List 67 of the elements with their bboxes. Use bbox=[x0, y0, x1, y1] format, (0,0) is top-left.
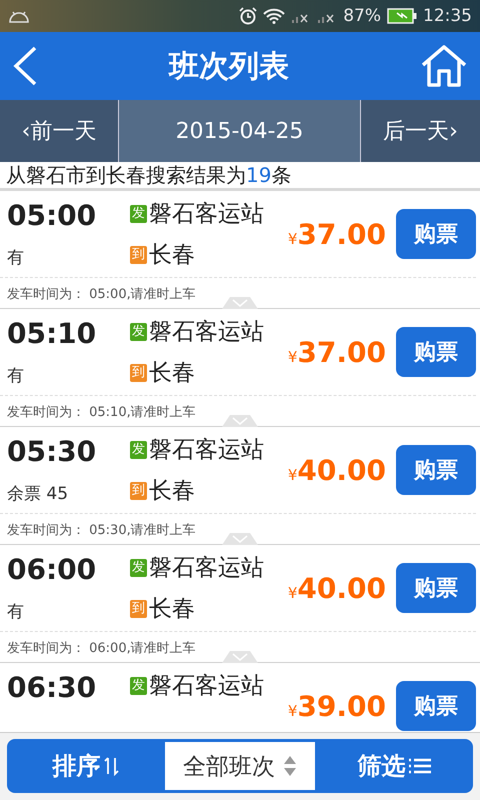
battery-icon bbox=[387, 8, 417, 24]
departure-note: 发车时间为： 06:00,请准时上车 bbox=[7, 640, 196, 656]
currency-symbol: ¥ bbox=[288, 348, 298, 366]
depart-tag: 发 bbox=[130, 558, 147, 576]
ticket-price: 40.00 bbox=[297, 454, 386, 486]
ticket-price: 37.00 bbox=[297, 336, 386, 368]
page-title: 班次列表 bbox=[169, 48, 289, 86]
buy-ticket-button[interactable]: 购票 bbox=[396, 681, 476, 731]
expand-tab-icon[interactable] bbox=[222, 651, 258, 663]
departure-station: 磐石客运站 bbox=[149, 318, 264, 347]
depart-tag: 发 bbox=[130, 322, 147, 340]
filter-button[interactable]: 筛选 bbox=[315, 749, 473, 783]
currency-symbol: ¥ bbox=[288, 702, 298, 720]
expand-tab-icon[interactable] bbox=[222, 415, 258, 427]
date-display[interactable]: 2015-04-25 bbox=[119, 100, 360, 162]
trip-filter-dropdown[interactable]: 全部班次 bbox=[165, 742, 315, 790]
departure-note: 发车时间为： 05:10,请准时上车 bbox=[7, 404, 196, 420]
ticket-availability: 有 bbox=[7, 601, 25, 623]
ticket-availability: 余票 45 bbox=[7, 483, 70, 505]
departure-station: 磐石客运站 bbox=[149, 436, 264, 465]
depart-tag: 发 bbox=[130, 204, 147, 222]
currency-symbol: ¥ bbox=[288, 230, 298, 248]
expand-tab-icon[interactable] bbox=[222, 533, 258, 545]
currency-symbol: ¥ bbox=[288, 466, 298, 484]
list-icon bbox=[408, 757, 430, 775]
buy-ticket-button[interactable]: 购票 bbox=[396, 445, 476, 495]
departure-note: 发车时间为： 05:30,请准时上车 bbox=[7, 522, 196, 538]
buy-ticket-button[interactable]: 购票 bbox=[396, 209, 476, 259]
home-button[interactable] bbox=[420, 45, 468, 87]
departure-time: 05:10 bbox=[7, 317, 98, 350]
arrive-tag: 到 bbox=[130, 364, 147, 382]
wifi-icon bbox=[263, 8, 286, 24]
battery-percent: 87% bbox=[343, 6, 381, 26]
depart-tag: 发 bbox=[130, 440, 147, 458]
expand-tab-icon[interactable] bbox=[222, 297, 258, 309]
departure-time: 06:30 bbox=[7, 671, 98, 704]
departure-station: 磐石客运站 bbox=[149, 200, 264, 229]
departure-note: 发车时间为： 05:00,请准时上车 bbox=[7, 286, 196, 302]
arrival-station: 长春 bbox=[149, 241, 195, 270]
departure-time: 05:30 bbox=[7, 435, 98, 468]
back-button[interactable] bbox=[12, 46, 38, 86]
departure-station: 磐石客运站 bbox=[149, 672, 264, 701]
arrive-tag: 到 bbox=[130, 482, 147, 500]
arrival-station: 长春 bbox=[149, 359, 195, 388]
ticket-availability: 有 bbox=[7, 365, 25, 387]
departure-station: 磐石客运站 bbox=[149, 554, 264, 583]
departure-time: 05:00 bbox=[7, 199, 98, 232]
departure-time: 06:00 bbox=[7, 553, 98, 586]
android-icon bbox=[8, 9, 30, 23]
ticket-price: 37.00 bbox=[297, 218, 386, 250]
ticket-price: 39.00 bbox=[297, 690, 386, 722]
buy-ticket-button[interactable]: 购票 bbox=[396, 563, 476, 613]
buy-ticket-button[interactable]: 购票 bbox=[396, 327, 476, 377]
up-down-arrows-icon bbox=[283, 755, 297, 777]
search-summary: 从磐石市到长春搜索结果为19条 bbox=[0, 162, 480, 191]
ticket-price: 40.00 bbox=[297, 572, 386, 604]
arrive-tag: 到 bbox=[130, 600, 147, 618]
arrival-station: 长春 bbox=[149, 477, 195, 506]
arrival-station: 长春 bbox=[149, 595, 195, 624]
currency-symbol: ¥ bbox=[288, 584, 298, 602]
arrive-tag: 到 bbox=[130, 246, 147, 264]
ticket-availability: 有 bbox=[7, 247, 25, 269]
alarm-icon bbox=[239, 7, 258, 25]
depart-tag: 发 bbox=[130, 676, 147, 694]
sort-arrows-icon bbox=[104, 756, 120, 776]
clock-time: 12:35 bbox=[423, 6, 472, 26]
sort-button[interactable]: 排序 bbox=[7, 749, 165, 783]
